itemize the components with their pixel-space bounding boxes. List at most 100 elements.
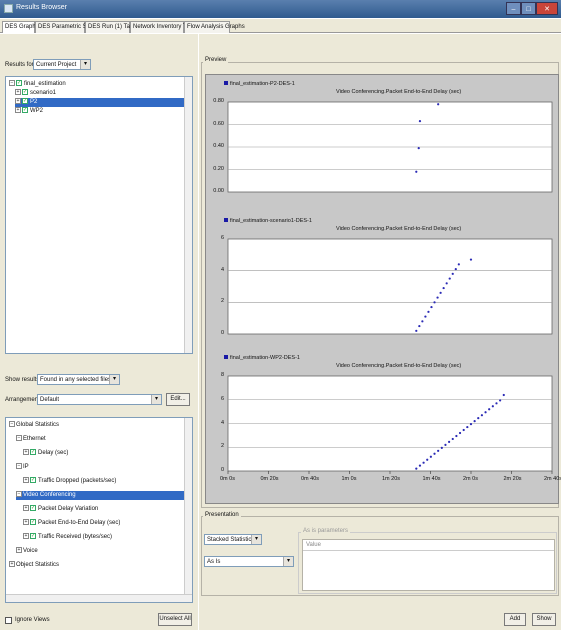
filter-select[interactable]: As Is ▾ xyxy=(204,556,294,567)
close-button[interactable]: ✕ xyxy=(536,2,558,15)
stat-tree-row[interactable]: − Video Conferencing xyxy=(16,491,187,500)
tab-des-run-tables[interactable]: DES Run (1) Tables xyxy=(85,21,141,33)
data-point xyxy=(451,437,454,441)
data-point xyxy=(429,455,432,458)
y-tick-label: 4 xyxy=(220,419,224,426)
ignore-views-label: Ignore Views xyxy=(15,617,50,623)
collapse-icon[interactable]: − xyxy=(9,421,15,428)
data-point xyxy=(444,443,447,446)
checkbox-icon[interactable]: ✓ xyxy=(30,533,36,540)
data-point xyxy=(433,452,436,455)
data-point xyxy=(415,329,418,332)
data-point xyxy=(445,282,448,285)
y-tick-label: 2 xyxy=(220,443,224,450)
chart-title: Video Conferencing.Packet End-to-End Del… xyxy=(336,89,462,95)
checkbox-icon[interactable]: ✓ xyxy=(16,80,22,87)
collapse-icon[interactable]: − xyxy=(9,80,15,87)
checkbox-icon[interactable]: ✓ xyxy=(30,477,36,484)
horizontal-scrollbar[interactable] xyxy=(6,594,192,602)
tab-des-parametric-studies[interactable]: DES Parametric Studies xyxy=(35,21,103,33)
unselect-all-button[interactable]: Unselect All xyxy=(158,613,192,626)
as-is-parameters-label: As is parameters xyxy=(301,528,351,534)
data-point xyxy=(418,464,422,467)
vertical-scrollbar[interactable] xyxy=(184,77,192,353)
data-point xyxy=(469,258,473,261)
show-results-value: Found in any selected files xyxy=(40,377,112,383)
stat-tree-row[interactable]: − Ethernet xyxy=(16,435,46,444)
stat-tree-label: Voice xyxy=(23,548,38,554)
tree-item-p2[interactable]: + ✓ P2 xyxy=(15,98,187,107)
data-point xyxy=(421,320,424,323)
collapse-icon[interactable]: − xyxy=(16,435,22,442)
expand-icon[interactable]: + xyxy=(23,533,29,540)
data-point xyxy=(437,449,440,452)
stat-tree-row[interactable]: + ✓ Packet Delay Variation xyxy=(23,505,98,514)
vertical-scrollbar[interactable] xyxy=(184,418,192,596)
ignore-views-checkbox[interactable] xyxy=(5,617,12,624)
stat-tree-row[interactable]: + ✓ Traffic Received (bytes/sec) xyxy=(23,533,112,542)
chevron-down-icon: ▾ xyxy=(109,375,119,384)
expand-icon[interactable]: + xyxy=(23,505,29,512)
checkbox-icon[interactable]: ✓ xyxy=(30,519,36,526)
expand-icon[interactable]: + xyxy=(16,547,22,554)
stat-tree-row[interactable]: + Voice xyxy=(16,547,38,556)
tree-item-wp2[interactable]: + ✓ WP2 xyxy=(15,107,43,116)
expand-icon[interactable]: + xyxy=(23,519,29,526)
expand-icon[interactable]: + xyxy=(23,477,29,484)
add-button[interactable]: Add xyxy=(504,613,526,626)
tab-network-inventory-tables[interactable]: Network Inventory Tables xyxy=(130,21,200,33)
data-point xyxy=(415,467,418,470)
collapse-icon[interactable]: − xyxy=(16,463,22,470)
parameters-table[interactable]: Value xyxy=(302,539,555,591)
minimize-button[interactable]: – xyxy=(506,2,521,15)
data-point xyxy=(426,458,429,461)
expand-icon[interactable]: + xyxy=(15,89,21,96)
x-tick-label: 0m 0s xyxy=(220,476,235,482)
collapse-icon[interactable]: − xyxy=(16,491,22,498)
stat-tree-row[interactable]: + Object Statistics xyxy=(9,561,59,570)
checkbox-icon[interactable]: ✓ xyxy=(30,505,36,512)
data-point xyxy=(458,431,462,435)
checkbox-icon[interactable]: ✓ xyxy=(22,98,28,105)
expand-icon[interactable]: + xyxy=(15,98,21,105)
tree-item-scenario1[interactable]: + ✓ scenario1 xyxy=(15,89,56,98)
data-point xyxy=(439,291,442,294)
expand-icon[interactable]: + xyxy=(23,449,29,456)
checkbox-icon[interactable]: ✓ xyxy=(30,449,36,456)
data-point xyxy=(433,301,436,304)
stat-tree-row[interactable]: + ✓ Delay (sec) xyxy=(23,449,68,458)
arrangement-select[interactable]: Default ▾ xyxy=(37,394,162,405)
maximize-button[interactable]: □ xyxy=(521,2,536,15)
presentation-label: Presentation xyxy=(203,512,241,518)
tree-root[interactable]: − ✓ final_estimation xyxy=(9,80,66,89)
presentation-mode-select[interactable]: Stacked Statistics ▾ xyxy=(204,534,262,545)
show-results-select[interactable]: Found in any selected files ▾ xyxy=(37,374,120,385)
x-tick-label: 1m 0s xyxy=(341,476,357,482)
tab-bar: DES Graphs DES Parametric Studies DES Ru… xyxy=(0,19,561,33)
legend-label: final_estimation-P2-DES-1 xyxy=(230,81,295,87)
stat-tree-row[interactable]: + ✓ Traffic Dropped (packets/sec) xyxy=(23,477,116,486)
stat-tree-label: Video Conferencing xyxy=(23,492,76,498)
stat-tree-row[interactable]: − Global Statistics xyxy=(9,421,59,430)
chart-legend: final_estimation-WP2-DES-1 xyxy=(224,355,300,361)
stat-tree-row[interactable]: − IP xyxy=(16,463,29,472)
data-point xyxy=(448,277,451,280)
data-point xyxy=(455,434,458,438)
expand-icon[interactable]: + xyxy=(15,107,21,114)
tab-flow-analysis-graphs[interactable]: Flow Analysis Graphs xyxy=(184,21,245,33)
statistics-tree[interactable]: − Global Statistics − Ethernet + ✓ Delay (sec)… xyxy=(5,417,193,603)
edit-button[interactable]: Edit... xyxy=(166,393,190,406)
preview-label: Preview xyxy=(203,57,229,63)
data-point xyxy=(422,461,425,464)
data-point xyxy=(415,170,418,173)
checkbox-icon[interactable]: ✓ xyxy=(22,107,28,114)
results-for-select[interactable]: Current Project ▾ xyxy=(33,59,91,70)
checkbox-icon[interactable]: ✓ xyxy=(22,89,28,96)
project-tree[interactable]: − ✓ final_estimation + ✓ scenario1 + ✓ P2 + ✓ WP… xyxy=(5,76,193,354)
tab-des-graphs[interactable]: DES Graphs xyxy=(2,21,39,33)
show-button[interactable]: Show xyxy=(532,613,556,626)
stat-tree-label: Traffic Received (bytes/sec) xyxy=(38,534,113,540)
data-point xyxy=(495,402,498,405)
expand-icon[interactable]: + xyxy=(9,561,15,568)
stat-tree-row[interactable]: + ✓ Packet End-to-End Delay (sec) xyxy=(23,519,120,528)
